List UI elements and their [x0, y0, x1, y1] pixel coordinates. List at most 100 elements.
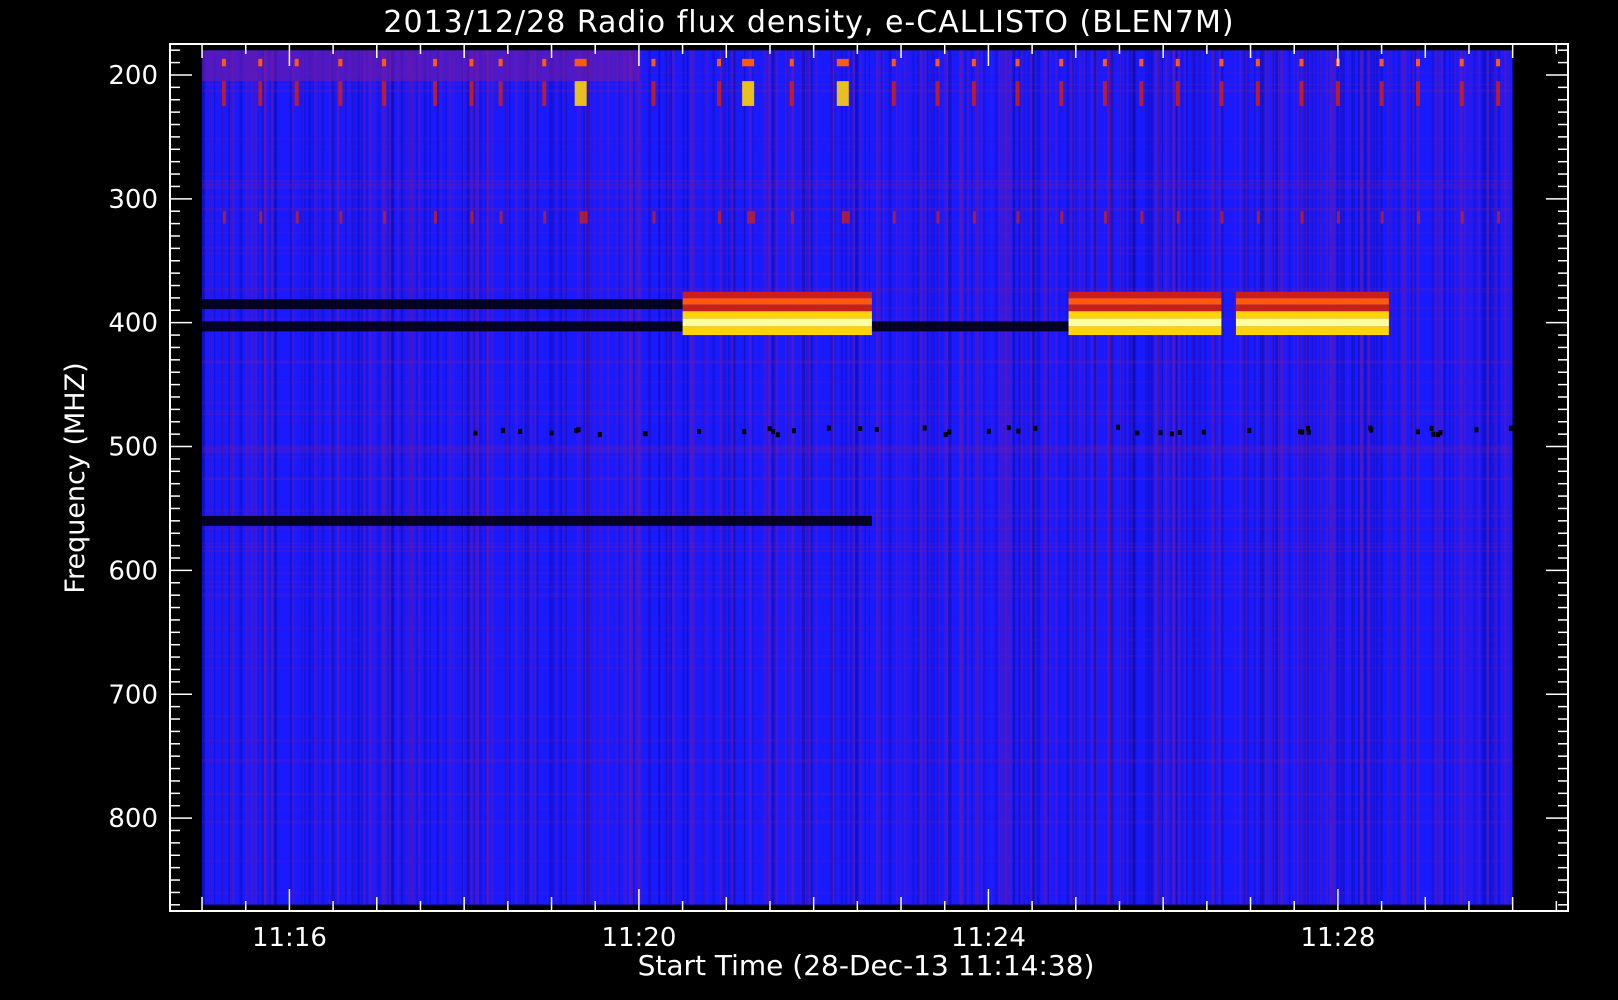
hot-column-lower — [1416, 81, 1421, 106]
noise-column — [1336, 50, 1339, 905]
noise-column — [960, 50, 964, 905]
noise-column — [1488, 50, 1491, 905]
noise-column — [1325, 50, 1328, 905]
noise-column — [1036, 50, 1040, 905]
noise-row — [202, 549, 1513, 552]
noise-column — [1047, 50, 1049, 905]
hot-column-upper — [221, 58, 226, 67]
top-haze — [202, 50, 639, 82]
noise-column — [369, 50, 371, 905]
noise-column — [1198, 50, 1201, 905]
noise-column — [348, 50, 350, 905]
noise-column — [1148, 50, 1150, 905]
noise-column — [792, 50, 795, 905]
noise-column — [1373, 50, 1376, 905]
noise-column — [1437, 50, 1441, 905]
noise-column — [1358, 50, 1361, 905]
noise-row — [202, 272, 1513, 276]
hot-column-300 — [1380, 211, 1384, 224]
noise-column — [418, 50, 421, 905]
noise-column — [385, 50, 388, 905]
noise-column — [245, 50, 247, 905]
noise-column — [1296, 50, 1300, 905]
noise-column — [250, 50, 254, 905]
noise-column — [232, 50, 235, 905]
hot-column-lower — [1059, 81, 1064, 106]
noise-column — [1088, 50, 1090, 905]
noise-column — [882, 50, 885, 905]
noise-row — [202, 527, 1513, 531]
hot-column-300 — [747, 211, 756, 224]
noise-column — [469, 50, 472, 905]
noise-column — [210, 50, 212, 905]
noise-column — [1246, 50, 1250, 905]
noise-row — [202, 246, 1513, 249]
noise-row — [202, 761, 1513, 764]
noise-row — [202, 456, 1513, 458]
noise-column — [852, 50, 856, 905]
hot-column-300 — [1220, 211, 1224, 224]
noise-row — [202, 667, 1513, 670]
hot-column-lower — [1219, 81, 1224, 106]
interference-band-layer — [1068, 311, 1222, 319]
noise-column — [412, 50, 415, 905]
hot-column-upper — [836, 58, 849, 67]
noise-column — [588, 50, 590, 905]
dark-speckle — [1436, 432, 1441, 438]
noise-column — [840, 50, 843, 905]
hot-column-lower — [717, 81, 722, 106]
dark-speckle — [1177, 429, 1182, 435]
noise-column — [373, 50, 376, 905]
noise-column — [397, 50, 399, 905]
noise-column — [1044, 50, 1048, 905]
dark-speckle — [742, 429, 747, 435]
hot-column-upper — [433, 58, 438, 67]
hot-column-lower — [935, 81, 940, 106]
noise-column — [391, 50, 395, 905]
noise-column — [946, 50, 949, 905]
noise-column — [478, 50, 482, 905]
noise-column — [405, 50, 407, 905]
hot-column-upper — [258, 58, 263, 67]
noise-column — [1068, 50, 1070, 905]
noise-row — [202, 808, 1513, 811]
noise-column — [1095, 50, 1098, 905]
hot-column-upper — [1496, 58, 1501, 67]
noise-column — [668, 50, 672, 905]
noise-column — [1501, 50, 1503, 905]
hot-column-lower — [1255, 81, 1260, 106]
noise-column — [967, 50, 969, 905]
noise-column — [559, 50, 562, 905]
noise-column — [461, 50, 464, 905]
noise-column — [1347, 50, 1349, 905]
noise-column — [1090, 50, 1093, 905]
noise-row — [202, 83, 1513, 86]
noise-column — [1393, 50, 1395, 905]
spectrogram-figure: 2013/12/28 Radio flux density, e-CALLIST… — [0, 0, 1618, 1000]
noise-column — [1239, 50, 1242, 905]
noise-column — [991, 50, 993, 905]
hot-column-lower — [742, 81, 755, 106]
noise-column — [851, 50, 853, 905]
noise-row — [202, 195, 1513, 199]
hot-column-upper — [338, 58, 343, 67]
hot-column-300 — [790, 211, 794, 224]
noise-row — [202, 572, 1513, 574]
interference-band-layer — [1235, 291, 1389, 299]
noise-column — [400, 50, 404, 905]
noise-column — [1364, 50, 1366, 905]
noise-column — [1316, 50, 1319, 905]
noise-column — [806, 50, 809, 905]
noise-column — [1440, 50, 1443, 905]
noise-column — [1369, 50, 1373, 905]
noise-column — [1243, 50, 1246, 905]
noise-column — [785, 50, 787, 905]
noise-row — [202, 412, 1513, 416]
noise-column — [440, 50, 442, 905]
dark-speckle — [986, 428, 991, 434]
noise-column — [358, 50, 361, 905]
dark-speckle — [791, 428, 796, 434]
hot-column-lower — [789, 81, 794, 106]
y-tick-label: 200 — [108, 61, 158, 91]
noise-column — [240, 50, 243, 905]
